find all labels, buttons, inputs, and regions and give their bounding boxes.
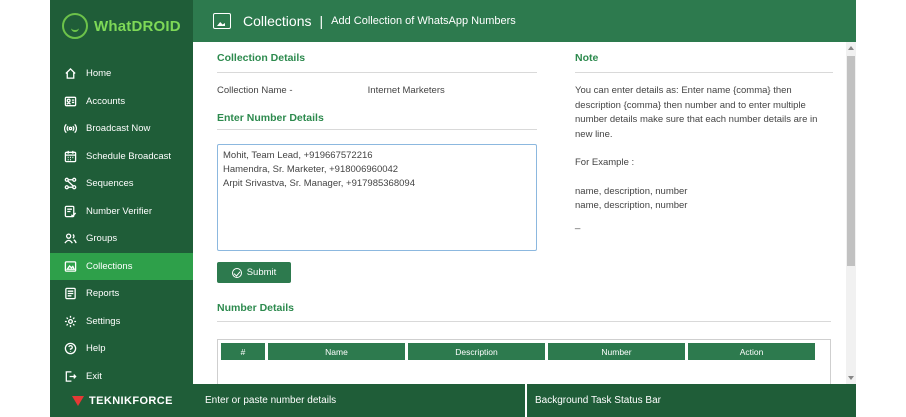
- groups-icon: [63, 232, 77, 246]
- submit-label: Submit: [246, 267, 277, 278]
- note-example-label: For Example :: [575, 157, 635, 168]
- sequences-icon: [63, 177, 77, 191]
- scrollbar-thumb[interactable]: [847, 56, 855, 266]
- collections-icon: [63, 259, 77, 273]
- note-title: Note: [575, 52, 599, 64]
- column-header-index[interactable]: #: [221, 343, 265, 360]
- app-logo: WhatDROID: [50, 0, 193, 52]
- title-separator: |: [319, 13, 324, 29]
- sidebar-item-label: Home: [86, 68, 112, 80]
- logo-icon: [62, 13, 88, 39]
- sidebar-item-settings[interactable]: Settings: [50, 308, 193, 336]
- sidebar-item-groups[interactable]: Groups: [50, 225, 193, 253]
- divider: [217, 129, 537, 130]
- reports-icon: [63, 287, 77, 301]
- collection-name-label: Collection Name -: [217, 85, 293, 96]
- collections-header-icon: [213, 13, 231, 29]
- sidebar-item-label: Settings: [86, 315, 121, 327]
- sidebar-item-label: Exit: [86, 370, 102, 382]
- logo-text-prefix: What: [94, 17, 132, 35]
- sidebar-item-exit[interactable]: Exit: [50, 363, 193, 391]
- collection-name-value: Internet Marketers: [367, 85, 445, 96]
- calendar-icon: [63, 149, 77, 163]
- table-header-row: # Name Description Number Action: [221, 343, 827, 360]
- column-header-name[interactable]: Name: [268, 343, 405, 360]
- background-task-status-bar: Background Task Status Bar: [535, 395, 661, 406]
- page-header: Collections | Add Collection of WhatsApp…: [193, 0, 856, 42]
- sidebar-item-label: Number Verifier: [86, 205, 152, 217]
- accounts-icon: [63, 94, 77, 108]
- sidebar-nav: Home Accounts Broadcast Now Schedule Bro…: [50, 60, 193, 390]
- page-title: Collections: [243, 13, 312, 29]
- sidebar-item-help[interactable]: Help: [50, 335, 193, 363]
- sidebar-item-home[interactable]: Home: [50, 60, 193, 88]
- divider: [575, 72, 833, 73]
- enter-number-details-title: Enter Number Details: [217, 112, 324, 124]
- scroll-down-icon[interactable]: [848, 376, 854, 380]
- sidebar-item-broadcast-now[interactable]: Broadcast Now: [50, 115, 193, 143]
- collection-name-row: Collection Name - Internet Marketers: [217, 85, 445, 96]
- collection-details-title: Collection Details: [217, 52, 306, 64]
- note-example-line: _: [575, 218, 581, 230]
- note-paragraph: You can enter details as: Enter name {co…: [575, 85, 818, 140]
- gear-icon: [63, 314, 77, 328]
- scroll-up-icon[interactable]: [848, 46, 854, 50]
- number-details-textarea[interactable]: Mohit, Team Lead, +919667572216 Hamendra…: [217, 144, 537, 251]
- page-subtitle: Add Collection of WhatsApp Numbers: [331, 15, 516, 27]
- submit-button[interactable]: Submit: [217, 262, 291, 283]
- main-content: Collection Details Collection Name - Int…: [199, 42, 846, 384]
- sidebar: WhatDROID Home Accounts Broadcast Now Sc…: [50, 0, 193, 417]
- divider: [217, 321, 831, 322]
- sidebar-item-schedule-broadcast[interactable]: Schedule Broadcast: [50, 143, 193, 171]
- sidebar-item-label: Broadcast Now: [86, 123, 151, 135]
- check-circle-icon: [231, 267, 242, 278]
- vertical-scrollbar[interactable]: [846, 42, 856, 384]
- teknikforce-logo: TEKNIKFORCE: [72, 395, 173, 407]
- broadcast-icon: [63, 122, 77, 136]
- status-message: Enter or paste number details: [193, 384, 527, 417]
- note-example-line: name, description, number: [575, 185, 688, 197]
- column-header-action[interactable]: Action: [688, 343, 815, 360]
- sidebar-item-sequences[interactable]: Sequences: [50, 170, 193, 198]
- sidebar-item-accounts[interactable]: Accounts: [50, 88, 193, 116]
- verifier-icon: [63, 204, 77, 218]
- note-example-line: name, description, number: [575, 200, 688, 211]
- divider: [217, 72, 537, 73]
- sidebar-item-label: Sequences: [86, 178, 134, 190]
- sidebar-item-label: Accounts: [86, 95, 126, 107]
- sidebar-item-reports[interactable]: Reports: [50, 280, 193, 308]
- sidebar-item-number-verifier[interactable]: Number Verifier: [50, 198, 193, 226]
- sidebar-item-label: Groups: [86, 233, 118, 245]
- home-icon: [63, 67, 77, 81]
- exit-icon: [63, 369, 77, 383]
- logo-text-suffix: DROID: [131, 17, 181, 35]
- status-footer: Enter or paste number details Background…: [193, 384, 856, 417]
- sidebar-item-label: Schedule Broadcast: [86, 150, 172, 162]
- column-header-number[interactable]: Number: [548, 343, 685, 360]
- help-icon: [63, 342, 77, 356]
- brand-text: TEKNIKFORCE: [89, 395, 173, 407]
- sidebar-item-label: Collections: [86, 260, 133, 272]
- column-header-description[interactable]: Description: [408, 343, 545, 360]
- note-text: You can enter details as: Enter name {co…: [575, 84, 837, 232]
- number-details-table: # Name Description Number Action: [217, 339, 831, 384]
- brand-logo-icon: [72, 396, 84, 406]
- sidebar-item-label: Reports: [86, 288, 120, 300]
- number-details-title: Number Details: [217, 302, 295, 314]
- sidebar-item-label: Help: [86, 343, 106, 355]
- sidebar-item-collections[interactable]: Collections: [50, 252, 193, 280]
